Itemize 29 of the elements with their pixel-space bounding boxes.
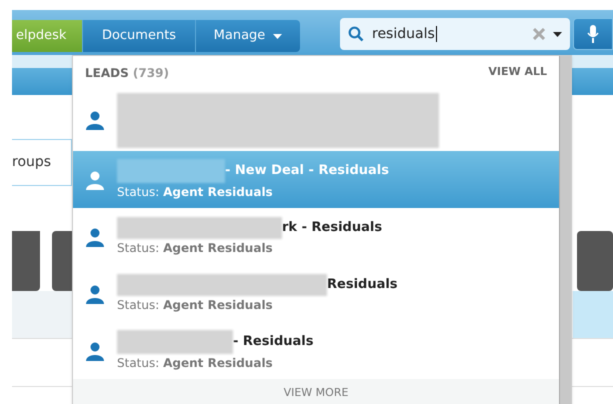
scrollbar[interactable]: [559, 56, 571, 404]
person-icon: [85, 284, 105, 304]
person-icon: [85, 226, 105, 246]
person-icon: [85, 110, 105, 130]
column-header: [577, 231, 613, 291]
lead-status: Status: Agent Residuals: [117, 184, 274, 200]
microphone-icon: [587, 25, 600, 43]
lead-status: Status: Agent Residuals: [117, 354, 274, 372]
person-icon: [85, 340, 105, 360]
lead-title: - Residuals: [233, 332, 314, 351]
highlighted-cell: [573, 291, 613, 338]
search-icon: [348, 26, 364, 42]
lead-title: Residuals: [327, 276, 398, 294]
search-field[interactable]: residuals: [340, 18, 570, 50]
lead-title: rk - Residuals: [282, 218, 382, 237]
clear-icon[interactable]: [533, 28, 546, 40]
lead-status: Status: Agent Residuals: [117, 296, 274, 314]
nav-tab[interactable]: Documents: [82, 20, 195, 52]
lead-title: - New Deal - Residuals: [225, 162, 389, 180]
caret-icon: [273, 34, 282, 38]
view-all-link[interactable]: VIEW ALL: [488, 64, 547, 81]
nav-tab[interactable]: Manage: [195, 20, 300, 52]
section-heading: LEADS (739): [85, 64, 169, 82]
microphone-button[interactable]: [573, 18, 613, 50]
person-icon: [85, 170, 105, 190]
view-more-link[interactable]: VIEW MORE: [284, 385, 348, 401]
caret-icon[interactable]: [553, 32, 562, 36]
column-header: [12, 231, 40, 291]
lead-status: Status: Agent Residuals: [117, 240, 274, 256]
